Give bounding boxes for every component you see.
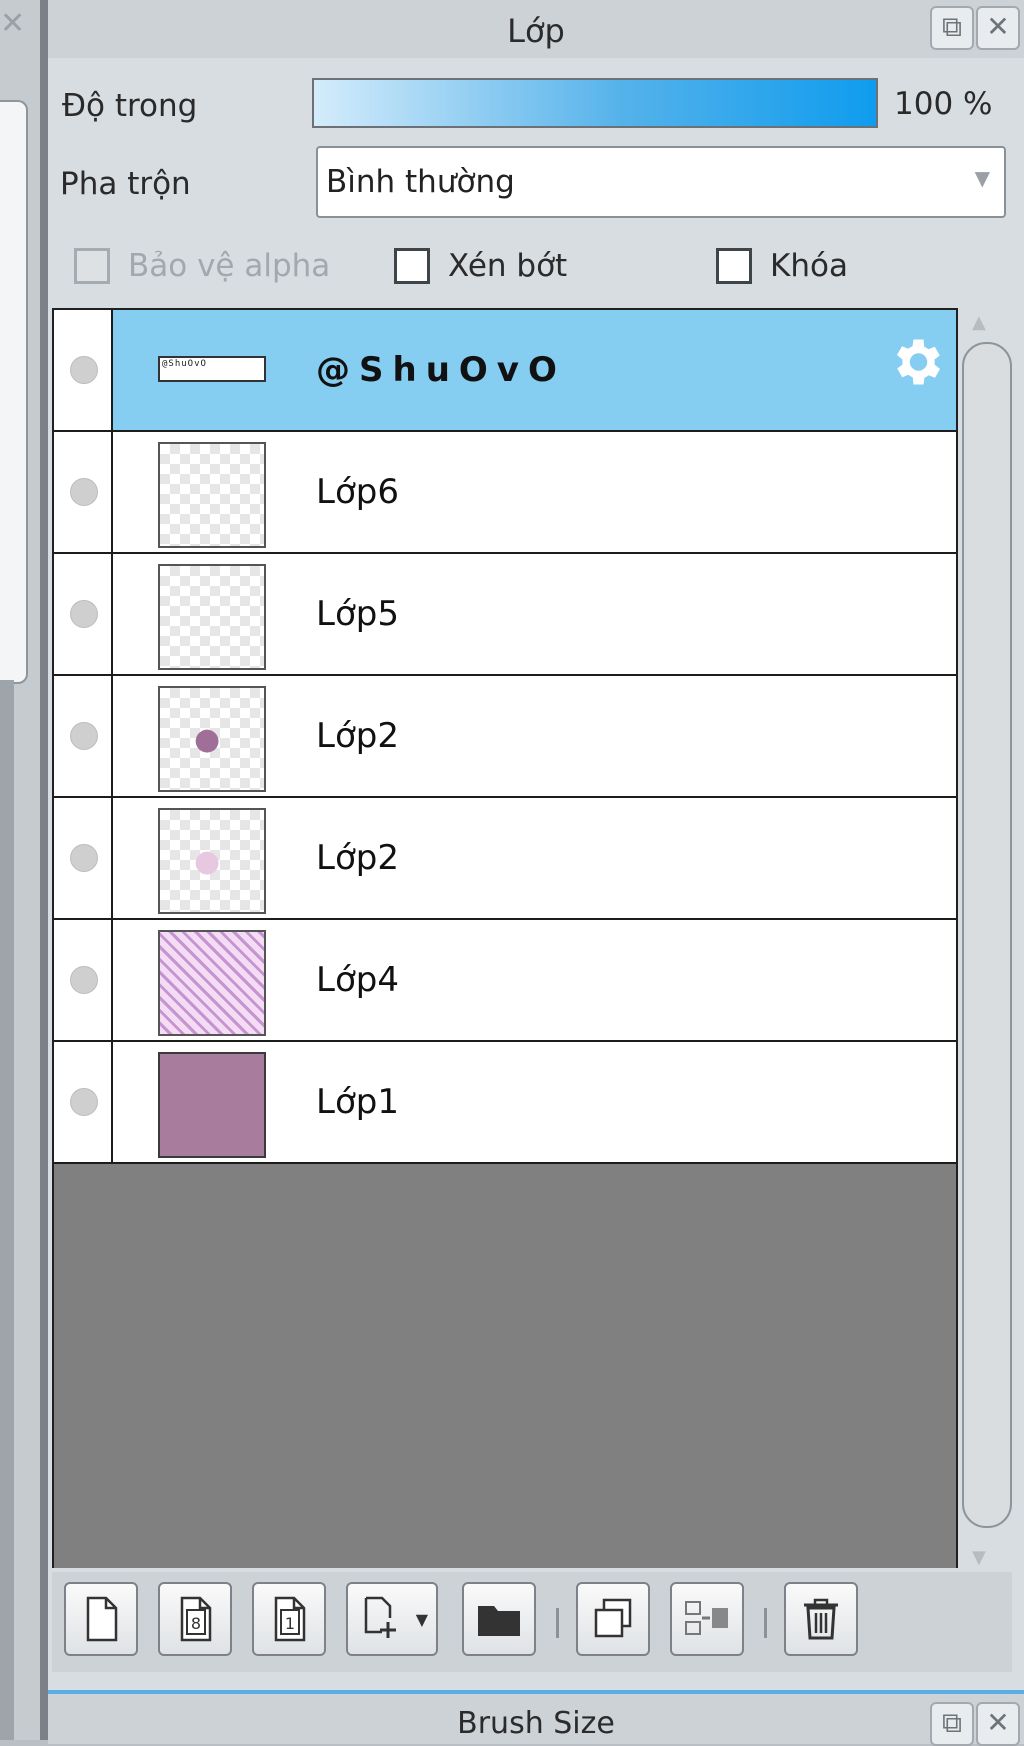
layer-name: Lớp6	[316, 472, 399, 512]
visibility-cell[interactable]	[54, 798, 113, 918]
new-layer-icon	[86, 1596, 118, 1642]
thumbnail-drawing-icon: ●	[194, 844, 221, 879]
close-icon[interactable]: ✕	[976, 6, 1020, 50]
layer-thumbnail	[158, 930, 266, 1036]
blend-mode-select[interactable]: Bình thường ▼	[316, 146, 1006, 218]
thumbnail-text: @ShuOvO	[162, 359, 207, 369]
visibility-toggle-icon[interactable]	[70, 966, 98, 994]
layer-toolbar: 8 1 ▼	[52, 1572, 1012, 1672]
layer-row[interactable]: Lớp1	[54, 1042, 956, 1164]
opacity-slider[interactable]	[312, 78, 878, 128]
panel-splitter[interactable]	[40, 0, 48, 1740]
layer-name: Lớp4	[316, 960, 399, 1000]
layer-panel-title-bar: Lớp ⧉ ✕	[48, 0, 1024, 58]
clipping-checkbox[interactable]	[394, 248, 430, 284]
new-folder-button[interactable]	[462, 1582, 536, 1656]
dropdown-arrow-icon: ▼	[415, 1610, 428, 1629]
layer-row[interactable]: ● Lớp2	[54, 798, 956, 920]
layer-thumbnail: ●	[158, 686, 266, 792]
visibility-toggle-icon[interactable]	[70, 844, 98, 872]
visibility-toggle-icon[interactable]	[70, 1088, 98, 1116]
opacity-label: Độ trong	[62, 88, 198, 124]
adjacent-panel-lower	[0, 680, 14, 1740]
visibility-cell[interactable]	[54, 554, 113, 674]
add-layer-menu-icon	[364, 1596, 396, 1638]
gear-icon[interactable]	[886, 332, 946, 392]
layer-list-scrollbar[interactable]: ▲ ▼	[960, 312, 1012, 1568]
merge-down-icon	[685, 1601, 728, 1635]
protect-alpha-checkbox[interactable]	[74, 248, 110, 284]
chevron-down-icon: ▼	[974, 166, 990, 190]
layer-thumbnail: ●	[158, 808, 266, 914]
layer-thumbnail: @ShuOvO	[158, 356, 266, 382]
adjacent-panel-edge	[0, 100, 28, 684]
duplicate-layer-button[interactable]	[576, 1582, 650, 1656]
visibility-toggle-icon[interactable]	[70, 356, 98, 384]
undock-icon[interactable]: ⧉	[930, 1702, 974, 1746]
merge-down-button[interactable]	[670, 1582, 744, 1656]
new-layer-button[interactable]	[64, 1582, 138, 1656]
layer-row[interactable]: ● Lớp2	[54, 676, 956, 798]
layer-thumbnail	[158, 564, 266, 670]
delete-layer-button[interactable]	[784, 1582, 858, 1656]
layer-row[interactable]: Lớp6	[54, 432, 956, 554]
opacity-value: 100 %	[894, 86, 993, 122]
toolbar-separator	[764, 1608, 767, 1638]
panel-title: Lớp	[507, 12, 565, 50]
protect-alpha-label: Bảo vệ alpha	[128, 248, 331, 284]
visibility-cell[interactable]	[54, 432, 113, 552]
blend-mode-value: Bình thường	[326, 164, 515, 200]
thumbnail-drawing-icon: ●	[194, 722, 221, 757]
visibility-toggle-icon[interactable]	[70, 478, 98, 506]
layer-name: Lớp5	[316, 594, 399, 634]
layer-row[interactable]: @ShuOvO @ShuOvO	[54, 310, 956, 432]
visibility-toggle-icon[interactable]	[70, 600, 98, 628]
layer-name: Lớp2	[316, 838, 399, 878]
visibility-cell[interactable]	[54, 676, 113, 796]
layer-name: @ShuOvO	[316, 350, 566, 390]
layer-name: Lớp1	[316, 1082, 399, 1122]
visibility-cell[interactable]	[54, 310, 113, 430]
blend-label: Pha trộn	[60, 166, 191, 202]
lock-label: Khóa	[770, 248, 848, 284]
new-8bit-layer-button[interactable]: 8	[158, 1582, 232, 1656]
layer-name: Lớp2	[316, 716, 399, 756]
layer-row[interactable]: Lớp4	[54, 920, 956, 1042]
duplicate-layer-icon	[594, 1598, 632, 1638]
toolbar-separator	[556, 1608, 559, 1638]
undock-icon[interactable]: ⧉	[930, 6, 974, 50]
1bit-digit: 1	[285, 1614, 295, 1633]
add-layer-menu-button[interactable]: ▼	[346, 1582, 438, 1656]
new-8bit-layer-icon: 8	[180, 1596, 212, 1642]
layer-list: @ShuOvO @ShuOvO Lớp6 Lớp5 ● Lớp2 ● Lớp2 …	[52, 308, 958, 1568]
8bit-digit: 8	[191, 1614, 201, 1633]
visibility-toggle-icon[interactable]	[70, 722, 98, 750]
lock-checkbox[interactable]	[716, 248, 752, 284]
scrollbar-thumb[interactable]	[962, 342, 1012, 1528]
visibility-cell[interactable]	[54, 1042, 113, 1162]
delete-layer-icon	[804, 1598, 838, 1640]
layer-thumbnail	[158, 442, 266, 548]
scroll-down-icon[interactable]: ▼	[972, 1547, 986, 1568]
scroll-up-icon[interactable]: ▲	[972, 312, 986, 333]
brush-size-title: Brush Size	[457, 1706, 615, 1741]
new-1bit-layer-button[interactable]: 1	[252, 1582, 326, 1656]
adjacent-close-icon[interactable]: ✕	[0, 6, 25, 42]
new-1bit-layer-icon: 1	[274, 1596, 306, 1642]
visibility-cell[interactable]	[54, 920, 113, 1040]
brush-size-panel: Brush Size ⧉ ✕	[48, 1690, 1024, 1746]
close-icon[interactable]: ✕	[976, 1702, 1020, 1746]
new-folder-icon	[478, 1606, 520, 1636]
clipping-label: Xén bớt	[448, 248, 568, 284]
layer-thumbnail	[158, 1052, 266, 1158]
layer-row[interactable]: Lớp5	[54, 554, 956, 676]
adjacent-panel-strip: ✕	[0, 0, 40, 1740]
